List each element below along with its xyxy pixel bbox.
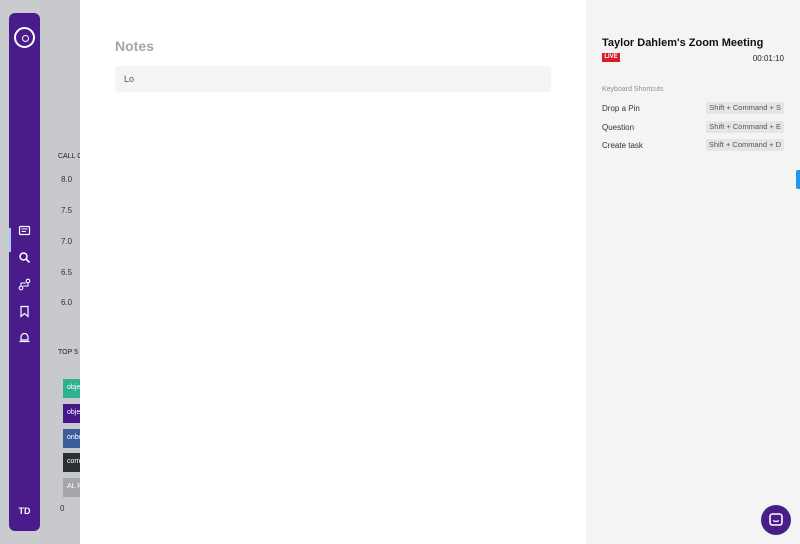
shortcut-row: Drop a Pin Shift + Command + S bbox=[602, 102, 784, 114]
y-tick: 6.0 bbox=[61, 298, 73, 307]
meeting-panel: Taylor Dahlem's Zoom Meeting LIVE 00:01:… bbox=[586, 0, 800, 544]
live-badge: LIVE bbox=[602, 53, 620, 62]
axis-zero: 0 bbox=[60, 504, 65, 513]
shortcut-label: Question bbox=[602, 123, 635, 132]
search-icon[interactable] bbox=[18, 251, 31, 264]
sidebar-nav: TD bbox=[9, 13, 40, 531]
tile: AL P bbox=[63, 478, 80, 497]
section-label-call: CALL C bbox=[58, 153, 83, 160]
shortcut-keys: Shift + Command + D bbox=[705, 139, 784, 151]
workflow-icon[interactable] bbox=[18, 278, 31, 291]
tile: comp bbox=[63, 453, 80, 472]
y-tick: 6.5 bbox=[61, 268, 73, 277]
notes-title: Notes bbox=[115, 38, 154, 54]
background-dashboard: CALL C 8.0 7.5 7.0 6.5 6.0 TOP 5 M obje … bbox=[40, 0, 86, 544]
y-tick: 7.5 bbox=[61, 206, 73, 215]
chat-button[interactable] bbox=[761, 505, 791, 535]
notes-icon[interactable] bbox=[18, 224, 31, 237]
logo-icon[interactable] bbox=[14, 27, 35, 48]
panel-edge-tab[interactable] bbox=[796, 170, 800, 189]
shortcut-keys: Shift + Command + S bbox=[706, 102, 784, 114]
tile: onbo bbox=[63, 429, 80, 448]
shortcut-keys: Shift + Command + E bbox=[706, 121, 784, 133]
active-nav-indicator bbox=[9, 228, 11, 252]
shortcut-row: Create task Shift + Command + D bbox=[602, 139, 784, 151]
avatar[interactable]: TD bbox=[13, 503, 36, 519]
tile: obje bbox=[63, 404, 80, 423]
shortcut-row: Question Shift + Command + E bbox=[602, 121, 784, 133]
notes-panel: Notes bbox=[80, 0, 586, 544]
bell-icon[interactable] bbox=[18, 331, 31, 344]
bookmark-icon[interactable] bbox=[18, 305, 31, 318]
y-tick: 7.0 bbox=[61, 237, 73, 246]
tile: obje bbox=[63, 379, 80, 398]
notes-input[interactable] bbox=[115, 66, 551, 92]
y-tick: 8.0 bbox=[61, 175, 73, 184]
meeting-title: Taylor Dahlem's Zoom Meeting bbox=[602, 37, 764, 49]
shortcut-label: Drop a Pin bbox=[602, 104, 640, 113]
meeting-timer: 00:01:10 bbox=[752, 54, 784, 63]
shortcut-label: Create task bbox=[602, 141, 643, 150]
chat-icon bbox=[769, 513, 783, 526]
shortcuts-heading: Keyboard Shortcuts bbox=[602, 86, 664, 93]
